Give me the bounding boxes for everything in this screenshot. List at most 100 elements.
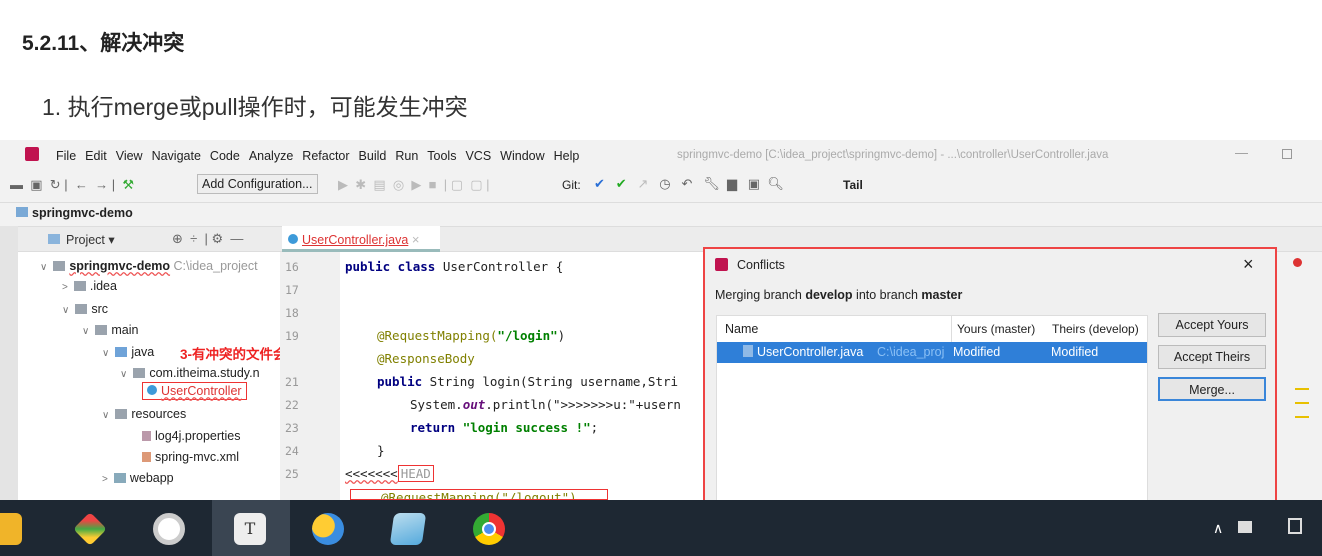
git-update-icon[interactable]: ✔ <box>594 176 605 191</box>
close-dialog-button[interactable]: × <box>1243 254 1254 275</box>
dialog-title: Conflicts <box>737 258 785 272</box>
project-structure-icon[interactable]: ▆ <box>727 176 737 191</box>
line-number: 22 <box>285 398 299 412</box>
chrome-icon[interactable] <box>473 513 505 545</box>
collapse-icon[interactable]: ÷ <box>190 231 197 246</box>
line-number: 16 <box>285 260 299 274</box>
error-indicator-icon[interactable] <box>1293 258 1302 267</box>
run-debug-icons: ▶ ✱ ▤ ◎ ▶ ■ | ▢ ▢ | <box>338 177 490 192</box>
code-line-19: @RequestMapping("/login") <box>377 328 566 343</box>
code-line-23: return "login success !"; <box>410 420 599 435</box>
forward-icon[interactable]: → <box>95 177 108 192</box>
clock-app-icon[interactable] <box>153 513 185 545</box>
battery-icon[interactable] <box>1238 521 1252 533</box>
action-center-icon[interactable] <box>1288 518 1302 534</box>
git-client-icon[interactable] <box>73 512 107 546</box>
tree-item-resources[interactable]: ∨ resources <box>102 407 186 421</box>
line-number: 23 <box>285 421 299 435</box>
code-line-26: @RequestMapping("/logout") <box>350 489 608 500</box>
revert-icon[interactable]: ↶ <box>681 176 692 191</box>
line-number: 19 <box>285 329 299 343</box>
menu-refactor[interactable]: Refactor <box>302 149 349 163</box>
git-commit-icon[interactable]: ✔ <box>616 176 627 191</box>
open-icon[interactable]: ▬ <box>10 177 23 192</box>
sync-icon[interactable]: ↻ <box>50 177 61 192</box>
tail-button[interactable]: Tail <box>843 178 863 192</box>
table-row[interactable]: UserController.java C:\idea_proj Modifie… <box>717 342 1147 363</box>
add-configuration-button[interactable]: Add Configuration... <box>197 174 318 194</box>
show-hidden-icons-icon[interactable]: ∧ <box>1213 520 1223 537</box>
conflict-marker[interactable] <box>1295 388 1309 390</box>
intellij-logo-icon <box>715 258 728 271</box>
tree-item-webapp[interactable]: > webapp <box>102 471 174 485</box>
menu-view[interactable]: View <box>116 149 143 163</box>
code-line-22: System.out.println(">>>>>>>u:"+usern <box>410 397 681 412</box>
notes-app-icon[interactable] <box>389 513 427 545</box>
project-view-dropdown[interactable]: Project ▾ <box>66 232 115 247</box>
side-tool-strip[interactable] <box>0 226 18 500</box>
conflict-marker[interactable] <box>1295 402 1309 404</box>
class-icon <box>147 385 157 395</box>
step-text: 1. 执行merge或pull操作时，可能发生冲突 <box>42 94 468 120</box>
search-icon[interactable]: 🔍︎ <box>767 176 784 191</box>
menu-vcs[interactable]: VCS <box>465 149 491 163</box>
toolbar: ▬ ▣ ↻ | ← → | ⚒ <box>10 177 134 192</box>
menu-run[interactable]: Run <box>395 149 418 163</box>
class-icon <box>288 234 298 244</box>
menu-file[interactable]: File <box>56 149 76 163</box>
window-title: springmvc-demo [C:\idea_project\springmv… <box>677 149 1109 161</box>
tree-item-package[interactable]: ∨ com.itheima.study.n <box>120 366 260 380</box>
menu-analyze[interactable]: Analyze <box>249 149 293 163</box>
menu-window[interactable]: Window <box>500 149 544 163</box>
settings-wrench-icon[interactable]: 🔧︎ <box>703 176 720 191</box>
breadcrumb[interactable]: springmvc-demo <box>32 206 133 220</box>
column-name[interactable]: Name <box>725 322 758 336</box>
history-icon[interactable]: ◷ <box>659 176 670 191</box>
locate-icon[interactable]: ⊕ <box>172 231 183 246</box>
merge-button[interactable]: Merge... <box>1158 377 1266 401</box>
accept-yours-button[interactable]: Accept Yours <box>1158 313 1266 337</box>
conflicts-table: Name Yours (master) Theirs (develop) Use… <box>716 315 1148 505</box>
project-tool-icons: ⊕ ÷ | ⚙ — <box>172 231 244 246</box>
git-actions: ✔ ✔ ↗ ◷ ↶ 🔧︎ ▆ ▣ 🔍︎ <box>594 176 784 192</box>
menu-code[interactable]: Code <box>210 149 240 163</box>
menu-build[interactable]: Build <box>359 149 387 163</box>
menu-bar: File Edit View Navigate Code Analyze Refactor B… <box>56 148 588 163</box>
maximize-button[interactable] <box>1282 149 1292 159</box>
tree-item-log4j[interactable]: log4j.properties <box>142 429 240 443</box>
column-yours[interactable]: Yours (master) <box>957 322 1035 336</box>
tree-item-root[interactable]: ∨ springmvc-demo C:\idea_project <box>40 259 258 273</box>
tree-item-main[interactable]: ∨ main <box>82 323 138 337</box>
menu-tools[interactable]: Tools <box>427 149 456 163</box>
tree-item-java[interactable]: ∨ java <box>102 345 154 359</box>
menu-navigate[interactable]: Navigate <box>152 149 201 163</box>
tree-item-spring-mvc-xml[interactable]: spring-mvc.xml <box>142 450 239 464</box>
tree-item-usercontroller[interactable]: UserController <box>142 382 247 400</box>
git-push-icon[interactable]: ↗ <box>638 176 649 191</box>
column-theirs[interactable]: Theirs (develop) <box>1052 322 1139 336</box>
accept-theirs-button[interactable]: Accept Theirs <box>1158 345 1266 369</box>
conflict-marker[interactable] <box>1295 416 1309 418</box>
git-label: Git: <box>562 178 581 192</box>
minimize-button[interactable]: — <box>1235 145 1248 160</box>
tab-usercontroller[interactable]: UserController.java × <box>282 226 440 252</box>
build-hammer-icon[interactable]: ⚒ <box>122 177 134 192</box>
hide-icon[interactable]: — <box>230 231 243 246</box>
java-file-icon <box>743 345 753 357</box>
chat-app-icon[interactable] <box>312 513 344 545</box>
tree-item-idea[interactable]: > .idea <box>62 279 117 293</box>
back-icon[interactable]: ← <box>75 177 88 192</box>
gear-icon[interactable]: ⚙ <box>212 231 224 246</box>
menu-help[interactable]: Help <box>554 149 580 163</box>
section-heading: 5.2.11、解决冲突 <box>22 32 185 55</box>
save-icon[interactable]: ▣ <box>30 177 42 192</box>
menu-edit[interactable]: Edit <box>85 149 107 163</box>
file-explorer-icon[interactable] <box>0 513 22 545</box>
terminal-icon[interactable]: ▣ <box>748 176 760 191</box>
code-line-20: @ResponseBody <box>377 351 475 366</box>
close-tab-icon[interactable]: × <box>412 232 420 247</box>
typora-icon[interactable]: T <box>234 513 266 545</box>
line-number: 25 <box>285 467 299 481</box>
code-line-21: public String login(String username,Stri <box>377 374 679 389</box>
tree-item-src[interactable]: ∨ src <box>62 302 108 316</box>
